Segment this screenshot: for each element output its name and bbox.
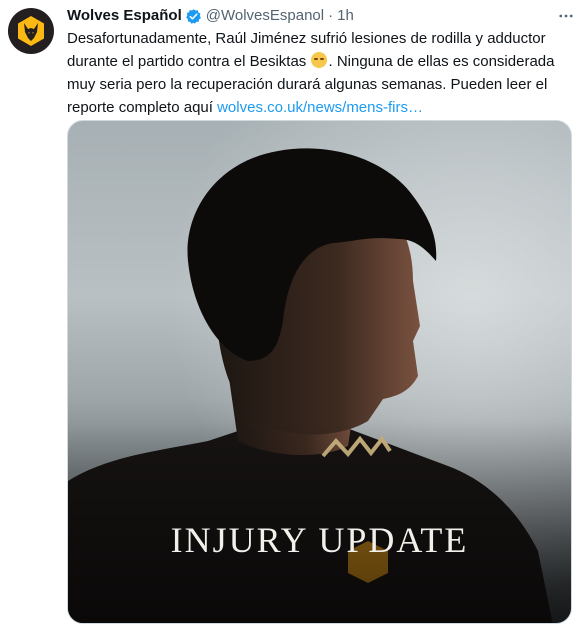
tweet-timestamp[interactable]: 1h [337, 6, 354, 26]
verified-badge-icon [185, 8, 202, 25]
tweet-header: Wolves Español @WolvesEspanol · 1h [67, 5, 577, 27]
wolves-crest-icon[interactable] [8, 8, 54, 54]
separator-dot: · [328, 7, 334, 24]
tweet-link[interactable]: wolves.co.uk/news/mens-firs… [217, 99, 423, 116]
media-title: INJURY UPDATE [170, 520, 469, 560]
more-options-icon[interactable] [555, 5, 577, 27]
sleepy-face-emoji [311, 52, 328, 68]
account-name[interactable]: Wolves Español [67, 6, 182, 26]
tweet-media-image[interactable]: INJURY UPDATE [67, 120, 572, 624]
tweet-text: Desafortunadamente, Raúl Jiménez sufrió … [67, 27, 579, 119]
tweet[interactable]: Wolves Español @WolvesEspanol · 1h Desaf… [0, 0, 587, 632]
account-handle[interactable]: @WolvesEspanol [206, 6, 324, 26]
